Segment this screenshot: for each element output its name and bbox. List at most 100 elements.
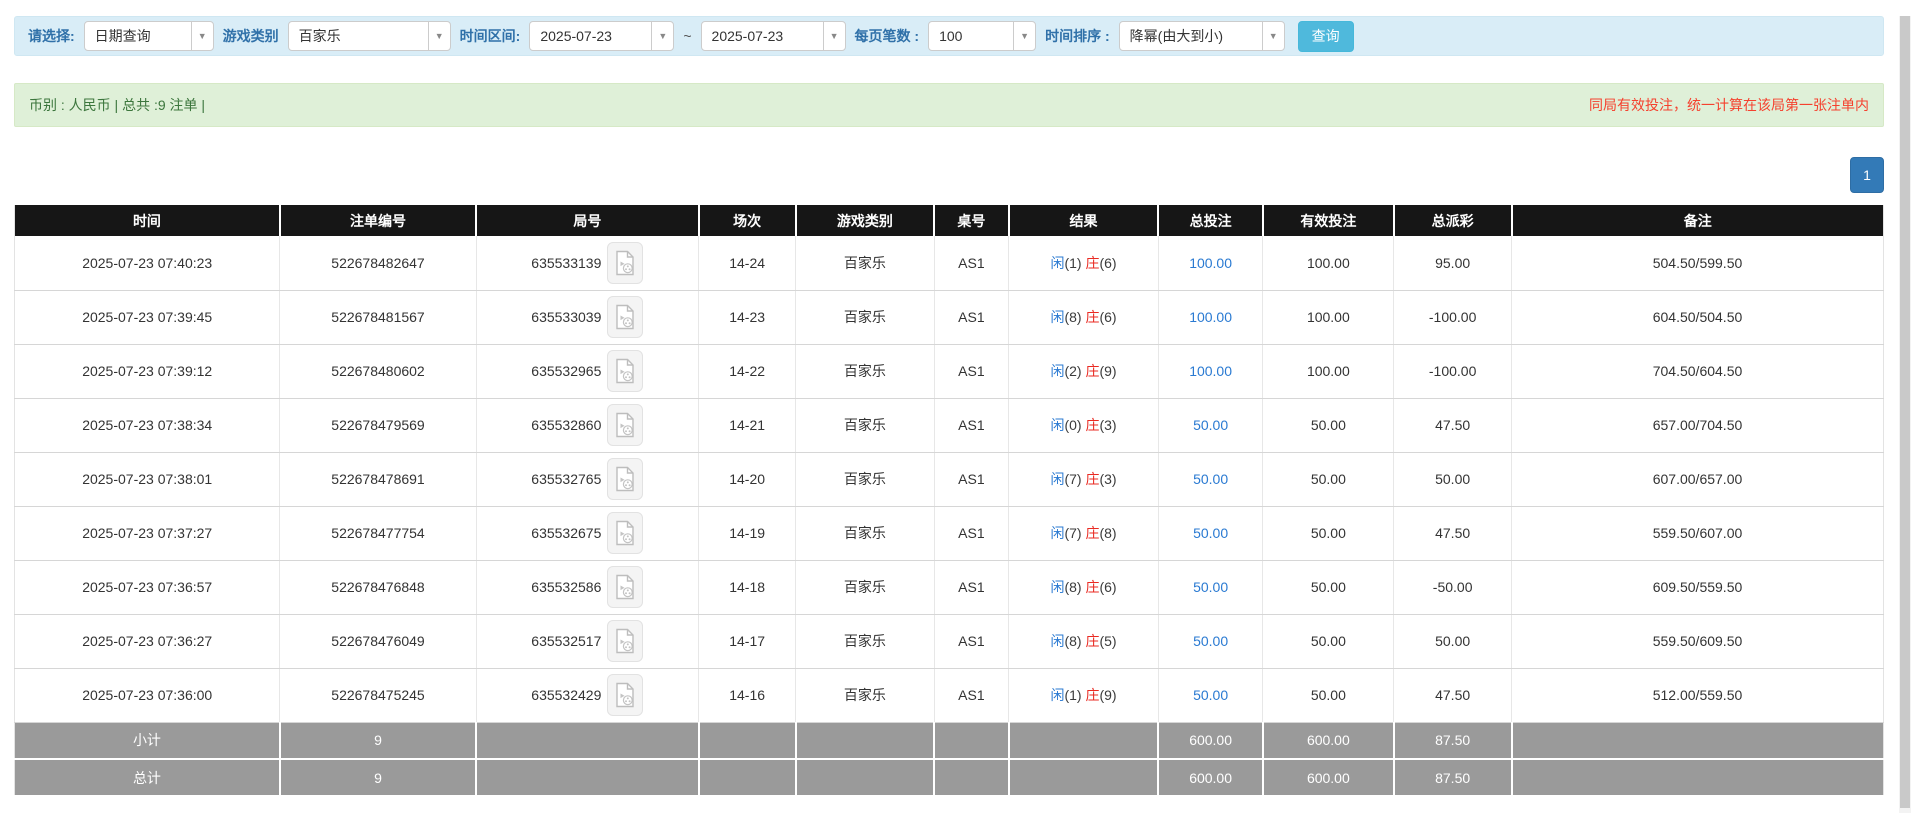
date-to-select[interactable]: 2025-07-23 ▼ [700,21,846,51]
cell-total-bet: 50.00 [1158,398,1264,453]
total-bet-link[interactable]: 50.00 [1193,525,1228,541]
totals-row: 总计 9 600.00 600.00 87.50 [14,759,1884,797]
table-row: 2025-07-23 07:36:57 522678476848 6355325… [14,560,1884,615]
cell-remark: 504.50/599.50 [1511,236,1884,291]
cell-time: 2025-07-23 07:40:23 [14,236,281,291]
video-replay-icon[interactable] [607,350,644,392]
player-result: 闲 [1050,525,1065,541]
banker-result: 庄 [1085,633,1100,649]
total-bet-link[interactable]: 50.00 [1193,417,1228,433]
banker-result: 庄 [1085,363,1100,379]
video-replay-icon[interactable] [607,566,644,608]
table-header: 时间 注单编号 局号 场次 游戏类别 桌号 结果 总投注 有效投注 总派彩 备注 [14,205,1884,236]
video-replay-icon[interactable] [607,620,644,662]
cell-total-payout: -100.00 [1393,344,1512,399]
sort-order-label: 时间排序 : [1045,28,1110,44]
chevron-down-icon: ▼ [651,22,673,50]
totals-count: 9 [279,722,478,760]
game-category-select[interactable]: 百家乐 ▼ [287,21,451,51]
total-bet-link[interactable]: 50.00 [1193,687,1228,703]
video-replay-icon[interactable] [607,512,644,554]
cell-game-category: 百家乐 [795,560,935,615]
table-row: 2025-07-23 07:38:01 522678478691 6355327… [14,452,1884,507]
cell-total-payout: 47.50 [1393,398,1512,453]
total-bet-link[interactable]: 100.00 [1189,255,1232,271]
totals-payout: 87.50 [1393,722,1513,760]
cell-session: 14-16 [698,668,797,723]
cell-result: 闲(1) 庄(6) [1008,236,1159,291]
cell-game-category: 百家乐 [795,614,935,669]
table-row: 2025-07-23 07:39:45 522678481567 6355330… [14,290,1884,345]
total-bet-link[interactable]: 50.00 [1193,633,1228,649]
cell-result: 闲(1) 庄(9) [1008,668,1159,723]
scrollbar-thumb[interactable] [1900,16,1910,808]
player-result: 闲 [1050,687,1065,703]
table-body: 2025-07-23 07:40:23 522678482647 6355331… [14,236,1884,723]
header-remark: 备注 [1511,205,1884,236]
cell-total-bet: 50.00 [1158,560,1264,615]
query-button[interactable]: 查询 [1297,20,1354,52]
cell-remark: 512.00/559.50 [1511,668,1884,723]
table-footer: 小计 9 600.00 600.00 87.50 总计 9 600.00 600… [14,722,1884,797]
table-row: 2025-07-23 07:37:27 522678477754 6355326… [14,506,1884,561]
summary-bar: 币别 : 人民币 | 总共 :9 注单 | 同局有效投注，统一计算在该局第一张注… [14,83,1884,127]
header-table-no: 桌号 [934,205,1010,236]
query-type-select[interactable]: 日期查询 ▼ [83,21,214,51]
cell-round-id: 635532860 [476,398,700,453]
total-bet-link[interactable]: 100.00 [1189,309,1232,325]
banker-result: 庄 [1085,254,1100,271]
cell-table-no: AS1 [934,398,1010,453]
chevron-down-icon: ▼ [190,22,213,50]
cell-remark: 607.00/657.00 [1511,452,1884,507]
time-range-label: 时间区间: [459,28,521,44]
cell-valid-bet: 50.00 [1262,398,1395,453]
cell-remark: 559.50/607.00 [1511,506,1884,561]
chevron-down-icon: ▼ [1261,22,1284,50]
date-from-select[interactable]: 2025-07-23 ▼ [529,21,675,51]
video-replay-icon[interactable] [607,404,644,446]
totals-label: 总计 [14,759,281,797]
cell-bet-id: 522678479569 [279,398,477,453]
page-size-select[interactable]: 100 ▼ [928,21,1037,51]
cell-valid-bet: 50.00 [1262,506,1395,561]
page-1-button[interactable]: 1 [1850,157,1884,193]
main-content: 请选择: 日期查询 ▼ 游戏类别 百家乐 ▼ 时间区间: 2025-07-23 … [14,16,1884,797]
cell-bet-id: 522678476049 [279,614,477,669]
total-bet-link[interactable]: 50.00 [1193,579,1228,595]
cell-session: 14-23 [698,290,797,345]
video-replay-icon[interactable] [607,674,644,716]
cell-time: 2025-07-23 07:36:27 [14,614,281,669]
totals-total-bet: 600.00 [1158,722,1264,760]
player-result: 闲 [1050,417,1065,433]
cell-time: 2025-07-23 07:38:34 [14,398,281,453]
cell-game-category: 百家乐 [795,452,935,507]
cell-remark: 559.50/609.50 [1511,614,1884,669]
totals-valid-bet: 600.00 [1262,722,1395,760]
sort-order-select[interactable]: 降幂(由大到小) ▼ [1118,21,1285,51]
total-bet-link[interactable]: 50.00 [1193,471,1228,487]
cell-time: 2025-07-23 07:36:00 [14,668,281,723]
cell-bet-id: 522678475245 [279,668,477,723]
cell-time: 2025-07-23 07:39:12 [14,344,281,399]
header-valid-bet: 有效投注 [1262,205,1395,236]
totals-count: 9 [279,759,478,797]
cell-total-bet: 100.00 [1158,290,1264,345]
cell-round-id: 635532765 [476,452,700,507]
header-game-category: 游戏类别 [795,205,936,236]
banker-result: 庄 [1085,309,1100,325]
cell-total-payout: 50.00 [1393,614,1512,669]
cell-round-id: 635532965 [476,344,700,399]
totals-total-bet: 600.00 [1158,759,1264,797]
cell-table-no: AS1 [934,506,1010,561]
cell-result: 闲(7) 庄(8) [1008,506,1159,561]
video-replay-icon[interactable] [607,458,644,500]
table-row: 2025-07-23 07:40:23 522678482647 6355331… [14,236,1884,291]
total-bet-link[interactable]: 100.00 [1189,363,1232,379]
player-result: 闲 [1050,254,1065,271]
cell-time: 2025-07-23 07:38:01 [14,452,281,507]
video-replay-icon[interactable] [607,241,644,284]
vertical-scrollbar[interactable] [1899,16,1911,813]
cell-table-no: AS1 [934,290,1010,345]
video-replay-icon[interactable] [607,296,644,338]
cell-session: 14-24 [698,236,797,291]
